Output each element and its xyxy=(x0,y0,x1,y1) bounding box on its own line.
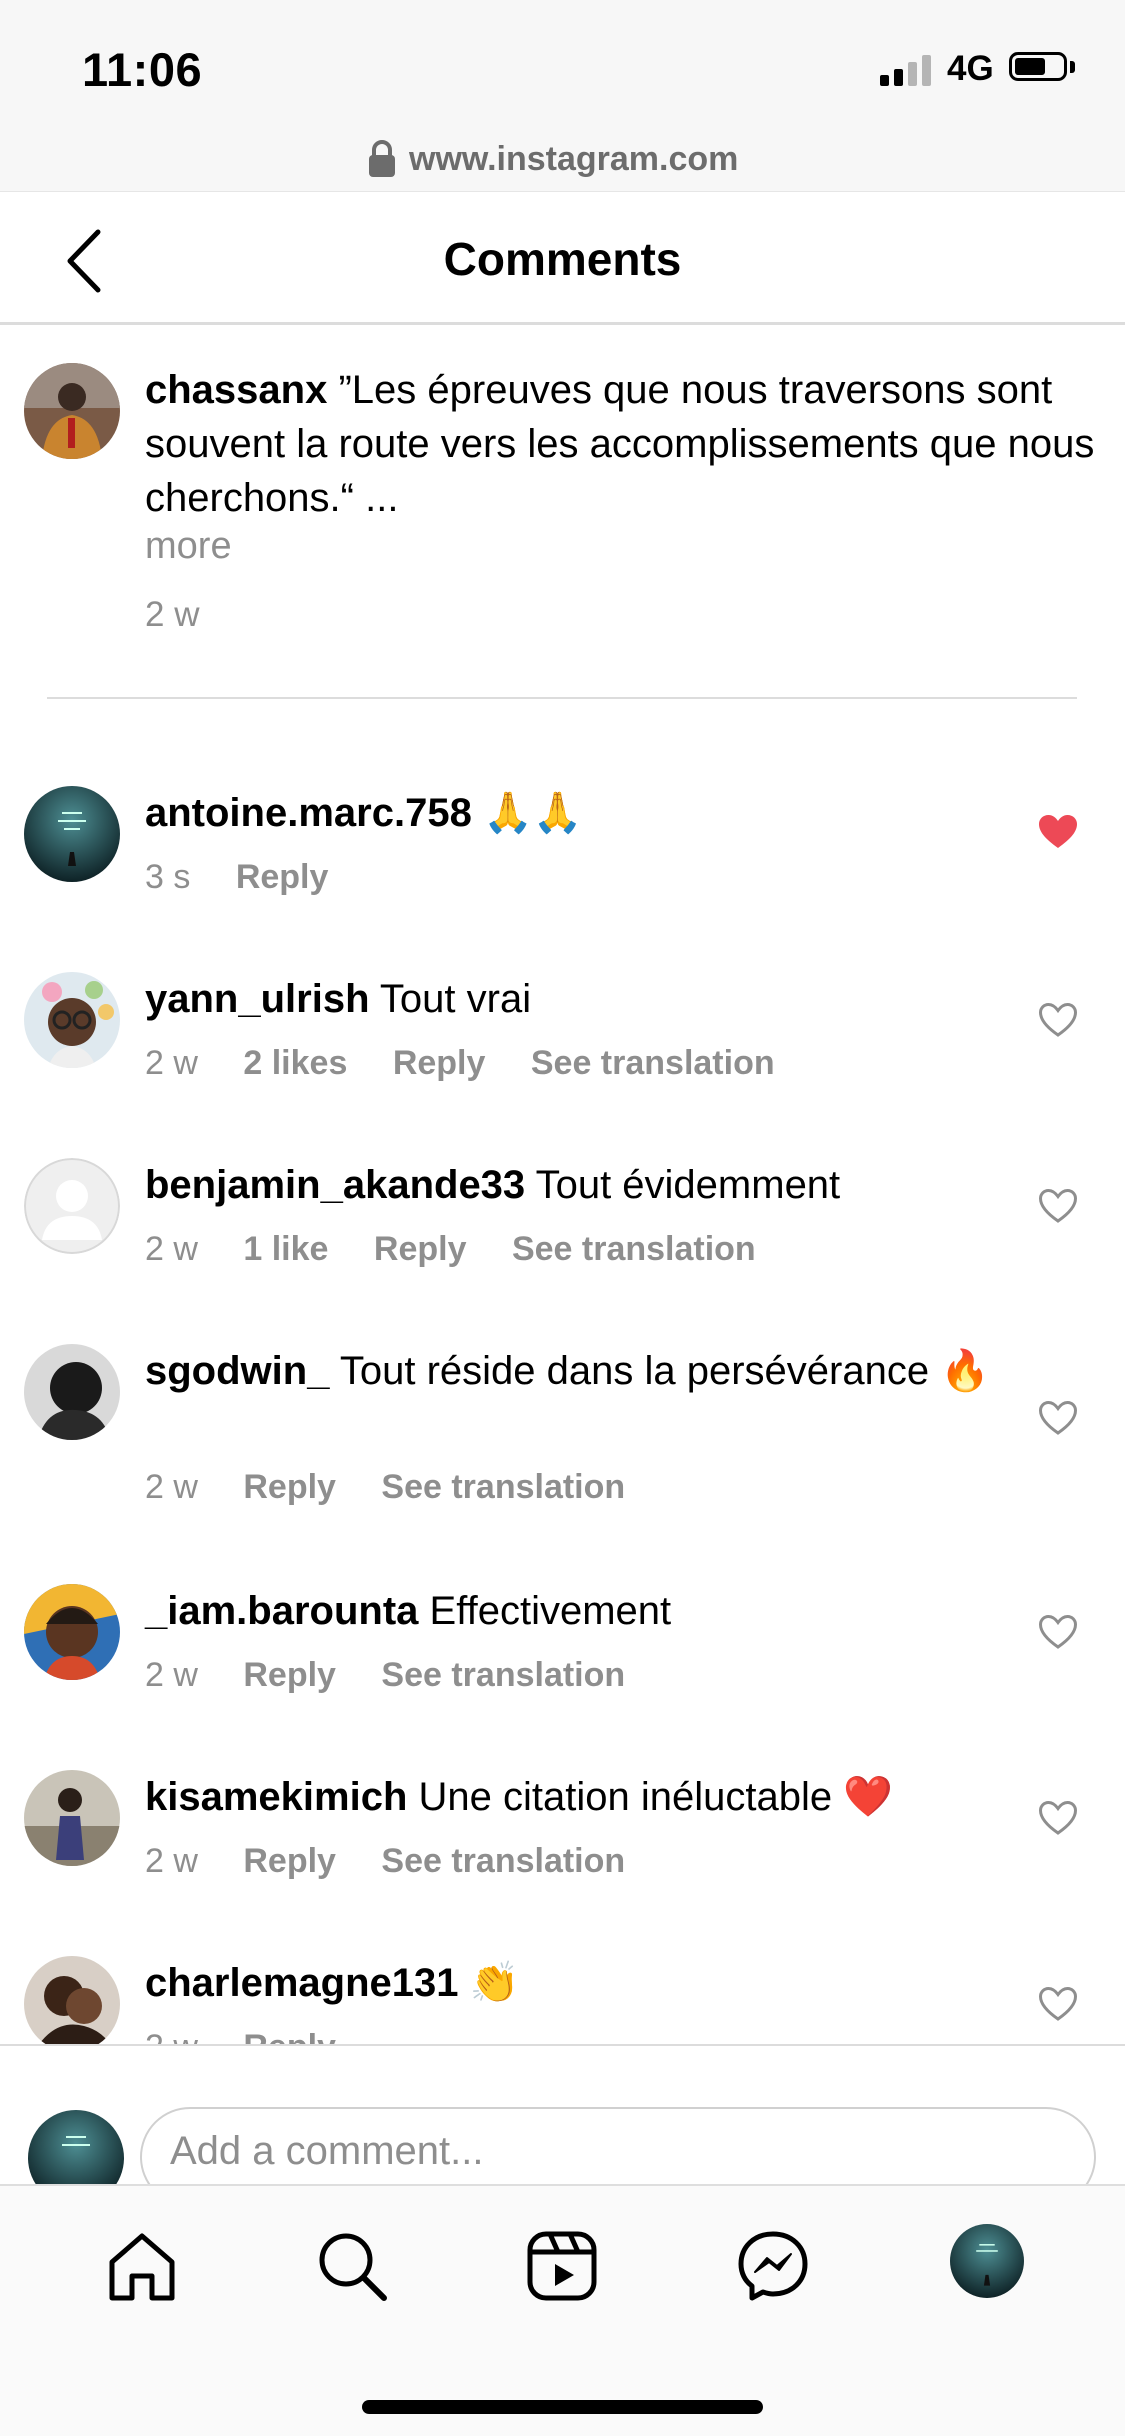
lock-icon xyxy=(369,140,395,177)
page-title: Comments xyxy=(443,233,682,285)
heart-outline-icon[interactable] xyxy=(1038,1800,1078,1836)
comment-username[interactable]: kisamekimich xyxy=(145,1775,407,1819)
avatar[interactable] xyxy=(24,1158,120,1254)
messenger-icon[interactable] xyxy=(733,2226,813,2306)
avatar[interactable] xyxy=(24,1770,120,1866)
see-translation-link[interactable]: See translation xyxy=(531,1044,775,1082)
like-count[interactable]: 2 likes xyxy=(243,1044,347,1082)
reply-button[interactable]: Reply xyxy=(236,858,329,896)
profile-avatar[interactable] xyxy=(950,2224,1024,2298)
comment-username[interactable]: _iam.barounta xyxy=(145,1589,418,1633)
battery-cap xyxy=(1070,61,1075,73)
home-icon[interactable] xyxy=(102,2226,182,2306)
comment-time: 2 w xyxy=(145,2028,198,2044)
heart-outline-icon[interactable] xyxy=(1038,1188,1078,1224)
avatar[interactable] xyxy=(24,363,120,459)
comment-composer: Add a comment... xyxy=(0,2044,1125,2184)
comment-text: Tout réside dans la persévérance 🔥 xyxy=(339,1349,990,1393)
avatar[interactable] xyxy=(24,1584,120,1680)
heart-outline-icon[interactable] xyxy=(1038,1400,1078,1436)
reply-button[interactable]: Reply xyxy=(374,1230,467,1268)
like-count[interactable]: 1 like xyxy=(243,1230,328,1268)
see-translation-link[interactable]: See translation xyxy=(381,1842,625,1880)
avatar[interactable] xyxy=(24,1344,120,1440)
heart-outline-icon[interactable] xyxy=(1038,1614,1078,1650)
comments-header: Comments xyxy=(0,191,1125,325)
comment-time: 2 w xyxy=(145,1468,198,1506)
reply-button[interactable]: Reply xyxy=(393,1044,486,1082)
add-comment-input[interactable]: Add a comment... xyxy=(140,2107,1096,2184)
status-time: 11:06 xyxy=(82,43,203,96)
comment-item: kisamekimich Une citation inéluctable ❤️… xyxy=(0,1770,1125,1890)
comment-text: Effectivement xyxy=(429,1589,672,1633)
reels-icon[interactable] xyxy=(522,2226,602,2306)
comment-text: 👏 xyxy=(469,1961,520,2005)
comment-time: 2 w xyxy=(145,1656,198,1694)
reply-button[interactable]: Reply xyxy=(243,2028,336,2044)
comment-username[interactable]: charlemagne131 xyxy=(145,1961,459,2005)
comment-username[interactable]: sgodwin_ xyxy=(145,1349,329,1393)
reply-button[interactable]: Reply xyxy=(243,1842,336,1880)
network-label: 4G xyxy=(947,49,994,88)
comment-item: _iam.barounta Effectivement 2 w Reply Se… xyxy=(0,1584,1125,1704)
avatar[interactable] xyxy=(24,1956,120,2044)
home-indicator xyxy=(362,2400,763,2414)
comment-item: antoine.marc.758 🙏🙏 3 s Reply xyxy=(0,786,1125,906)
comment-time: 3 s xyxy=(145,858,191,896)
comment-username[interactable]: yann_ulrish xyxy=(145,977,370,1021)
caption-username[interactable]: chassanx xyxy=(145,368,327,412)
reply-button[interactable]: Reply xyxy=(243,1656,336,1694)
caption-time: 2 w xyxy=(145,595,200,634)
status-bar: 11:06 4G xyxy=(0,0,1125,135)
comment-item: benjamin_akande33 Tout évidemment 2 w 1 … xyxy=(0,1158,1125,1278)
heart-filled-icon[interactable] xyxy=(1038,814,1078,850)
see-translation-link[interactable]: See translation xyxy=(512,1230,756,1268)
comment-item: yann_ulrish Tout vrai 2 w 2 likes Reply … xyxy=(0,972,1125,1092)
comment-item: charlemagne131 👏 2 w Reply xyxy=(0,1956,1125,2044)
comment-time: 2 w xyxy=(145,1842,198,1880)
heart-outline-icon[interactable] xyxy=(1038,1002,1078,1038)
heart-outline-icon[interactable] xyxy=(1038,1986,1078,2022)
see-translation-link[interactable]: See translation xyxy=(381,1468,625,1506)
avatar[interactable] xyxy=(24,972,120,1068)
signal-icon xyxy=(880,52,932,86)
reply-button[interactable]: Reply xyxy=(243,1468,336,1506)
comment-text: 🙏🙏 xyxy=(482,791,583,835)
comment-username[interactable]: antoine.marc.758 xyxy=(145,791,472,835)
url-bar[interactable]: www.instagram.com xyxy=(0,135,1125,191)
comment-text: Une citation inéluctable ❤️ xyxy=(418,1775,894,1819)
search-icon[interactable] xyxy=(312,2226,392,2306)
comment-time: 2 w xyxy=(145,1044,198,1082)
battery-icon xyxy=(1009,52,1067,81)
comment-username[interactable]: benjamin_akande33 xyxy=(145,1163,525,1207)
comment-text: Tout évidemment xyxy=(535,1163,841,1207)
url-text: www.instagram.com xyxy=(409,139,739,178)
more-link[interactable]: more xyxy=(145,525,232,568)
comment-time: 2 w xyxy=(145,1230,198,1268)
divider xyxy=(47,697,1077,699)
bottom-tab-bar xyxy=(0,2184,1125,2436)
comment-item: sgodwin_ Tout réside dans la persévéranc… xyxy=(0,1344,1125,1514)
avatar xyxy=(28,2110,124,2184)
comment-text: Tout vrai xyxy=(379,977,532,1021)
see-translation-link[interactable]: See translation xyxy=(381,1656,625,1694)
avatar[interactable] xyxy=(24,786,120,882)
